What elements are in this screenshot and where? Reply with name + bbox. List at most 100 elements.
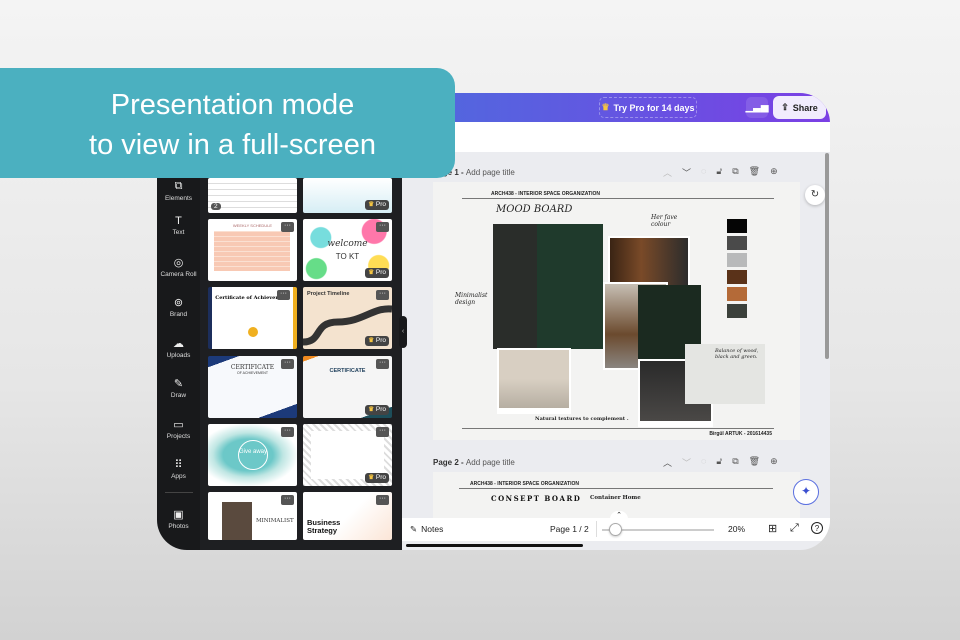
zoom-level[interactable]: 20% xyxy=(728,524,745,534)
template-giveaway[interactable]: Give away ··· xyxy=(208,424,297,486)
templates-panel: 2 ♛ Pro WEEKLY SCHEDULE ··· welcome TO K… xyxy=(200,152,402,550)
rail-label: Draw xyxy=(170,392,187,399)
brand-icon: ⊚ xyxy=(173,297,184,309)
template-certificate-blue[interactable]: CERTIFICATE OF ACHIEVEMENT ··· xyxy=(208,356,297,418)
template-certificate-orange[interactable]: CERTIFICATE ··· ♛ Pro xyxy=(303,356,392,418)
rail-label: Camera Roll xyxy=(160,271,197,278)
page-label: Page 2 - xyxy=(433,458,464,467)
colour-swatch xyxy=(727,304,747,318)
more-options-button[interactable]: ··· xyxy=(376,427,389,437)
rail-apps[interactable]: ⠿ Apps xyxy=(157,458,200,480)
page-1-canvas[interactable]: ARCH438 - INTERIOR SPACE ORGANIZATION MO… xyxy=(433,182,800,440)
vertical-scrollbar[interactable] xyxy=(825,153,829,359)
zoom-slider-thumb[interactable] xyxy=(609,523,623,536)
rail-camera-roll[interactable]: ◎ Camera Roll xyxy=(157,256,200,278)
move-down-icon[interactable]: ﹀ xyxy=(682,456,691,469)
lock-icon[interactable]: 🔓︎ xyxy=(716,166,722,179)
delete-icon[interactable]: 🗑︎ xyxy=(749,456,760,469)
delete-icon[interactable]: 🗑︎ xyxy=(749,166,760,179)
elements-icon: ⧉ xyxy=(174,180,183,192)
add-page-icon[interactable]: ⊕ xyxy=(770,166,778,179)
more-options-button[interactable]: ··· xyxy=(376,222,389,232)
zoom-slider[interactable] xyxy=(602,523,714,536)
magic-assistant-button[interactable]: ✦ xyxy=(793,479,819,505)
rail-photos[interactable]: ▣ Photos xyxy=(157,508,200,530)
expand-pages-button[interactable]: ⌃ xyxy=(610,511,628,519)
rail-label: Apps xyxy=(171,473,186,480)
bottom-bar: ⌃ ✎ Notes Page 1 / 2 20% ⊞ ⤢ ? xyxy=(402,511,830,541)
template-certificate-achievement[interactable]: Certificate of Achievement ··· xyxy=(208,287,297,349)
photo-green-wall xyxy=(493,224,603,349)
folder-icon: ▭ xyxy=(173,419,184,431)
bar-chart-icon: ▁▃▅ xyxy=(745,102,769,113)
share-button[interactable]: ⇪ Share xyxy=(773,96,826,119)
page-title-input[interactable]: Add page title xyxy=(466,168,515,177)
upload-icon: ☁ xyxy=(173,338,184,350)
footer-line xyxy=(462,428,774,429)
more-options-button[interactable]: ··· xyxy=(376,495,389,505)
hide-icon[interactable]: ◌ xyxy=(701,456,706,469)
template-weekly-schedule[interactable]: WEEKLY SCHEDULE ··· xyxy=(208,219,297,281)
hide-icon[interactable]: ◌ xyxy=(701,166,706,179)
add-page-icon[interactable]: ⊕ xyxy=(770,456,778,469)
template-frame[interactable]: ··· ♛ Pro xyxy=(303,424,392,486)
move-up-icon[interactable]: ︿ xyxy=(663,456,672,469)
collapse-panel-handle[interactable]: ‹ xyxy=(399,316,407,348)
rail-draw[interactable]: ✎ Draw xyxy=(157,377,200,399)
rail-text[interactable]: T Text xyxy=(157,215,200,236)
page-title-input[interactable]: Add page title xyxy=(466,458,515,467)
more-options-button[interactable]: ··· xyxy=(281,427,294,437)
template-project-timeline[interactable]: Project Timeline ··· ♛ Pro xyxy=(303,287,392,349)
banner-line-2: to view in a full-screen xyxy=(89,129,376,161)
concept-subheading: Container Home xyxy=(590,495,641,501)
more-options-button[interactable]: ··· xyxy=(376,359,389,369)
seal-icon xyxy=(248,327,258,337)
more-options-button[interactable]: ··· xyxy=(281,359,294,369)
share-icon: ⇪ xyxy=(781,102,789,112)
moodboard-heading: MOOD BOARD xyxy=(496,204,573,215)
refresh-button[interactable]: ↻ xyxy=(805,185,825,205)
note-balance: Balance of wood, black and green. xyxy=(715,348,759,360)
try-pro-button[interactable]: ♛ Try Pro for 14 days xyxy=(599,97,697,118)
crown-icon: ♛ xyxy=(601,102,610,112)
move-up-icon[interactable]: ︿ xyxy=(663,166,672,179)
template-light[interactable]: ♛ Pro xyxy=(303,178,392,213)
template-minimalist[interactable]: MINIMALIST ··· xyxy=(208,492,297,540)
pro-label: Pro xyxy=(375,474,386,481)
page-indicator[interactable]: Page 1 / 2 xyxy=(550,524,589,534)
more-options-button[interactable]: ··· xyxy=(281,222,294,232)
pro-badge: ♛ Pro xyxy=(365,336,389,346)
note-minimalist: Minimalist design xyxy=(455,292,488,306)
grid-view-icon[interactable]: ⊞ xyxy=(768,522,777,535)
pro-label: Pro xyxy=(375,201,386,208)
rail-brand[interactable]: ⊚ Brand xyxy=(157,296,200,318)
duplicate-icon[interactable]: ⧉ xyxy=(732,166,738,179)
duplicate-icon[interactable]: ⧉ xyxy=(732,456,738,469)
page-2-tools: ︿ ﹀ ◌ 🔓︎ ⧉ 🗑︎ ⊕ xyxy=(663,456,778,469)
photo-placeholder xyxy=(222,502,252,540)
more-options-button[interactable]: ··· xyxy=(376,290,389,300)
sparkle-icon: ✦ xyxy=(800,484,812,498)
more-options-button[interactable]: ··· xyxy=(281,495,294,505)
insights-button[interactable]: ▁▃▅ xyxy=(745,97,769,118)
header-line xyxy=(459,488,773,489)
help-icon[interactable]: ? xyxy=(811,522,823,534)
template-subtitle: TO KT xyxy=(335,252,360,261)
template-welcome[interactable]: welcome TO KT ··· ♛ Pro xyxy=(303,219,392,281)
rail-projects[interactable]: ▭ Projects xyxy=(157,418,200,440)
template-schedule-table[interactable]: 2 xyxy=(208,178,297,213)
rail-label: Text xyxy=(172,229,185,236)
home-indicator xyxy=(406,544,583,547)
fullscreen-icon[interactable]: ⤢ xyxy=(790,522,799,535)
template-business-strategy[interactable]: Business Strategy ··· xyxy=(303,492,392,540)
more-options-button[interactable]: ··· xyxy=(277,290,290,300)
template-title: MINIMALIST xyxy=(256,518,294,524)
lock-icon[interactable]: 🔓︎ xyxy=(716,456,722,469)
pro-label: Pro xyxy=(375,269,386,276)
rail-elements[interactable]: ⧉ Elements xyxy=(157,180,200,202)
divider xyxy=(596,521,597,537)
rail-uploads[interactable]: ☁ Uploads xyxy=(157,337,200,359)
notes-button[interactable]: ✎ Notes xyxy=(410,524,443,535)
rail-divider xyxy=(165,492,193,493)
move-down-icon[interactable]: ﹀ xyxy=(682,166,691,179)
